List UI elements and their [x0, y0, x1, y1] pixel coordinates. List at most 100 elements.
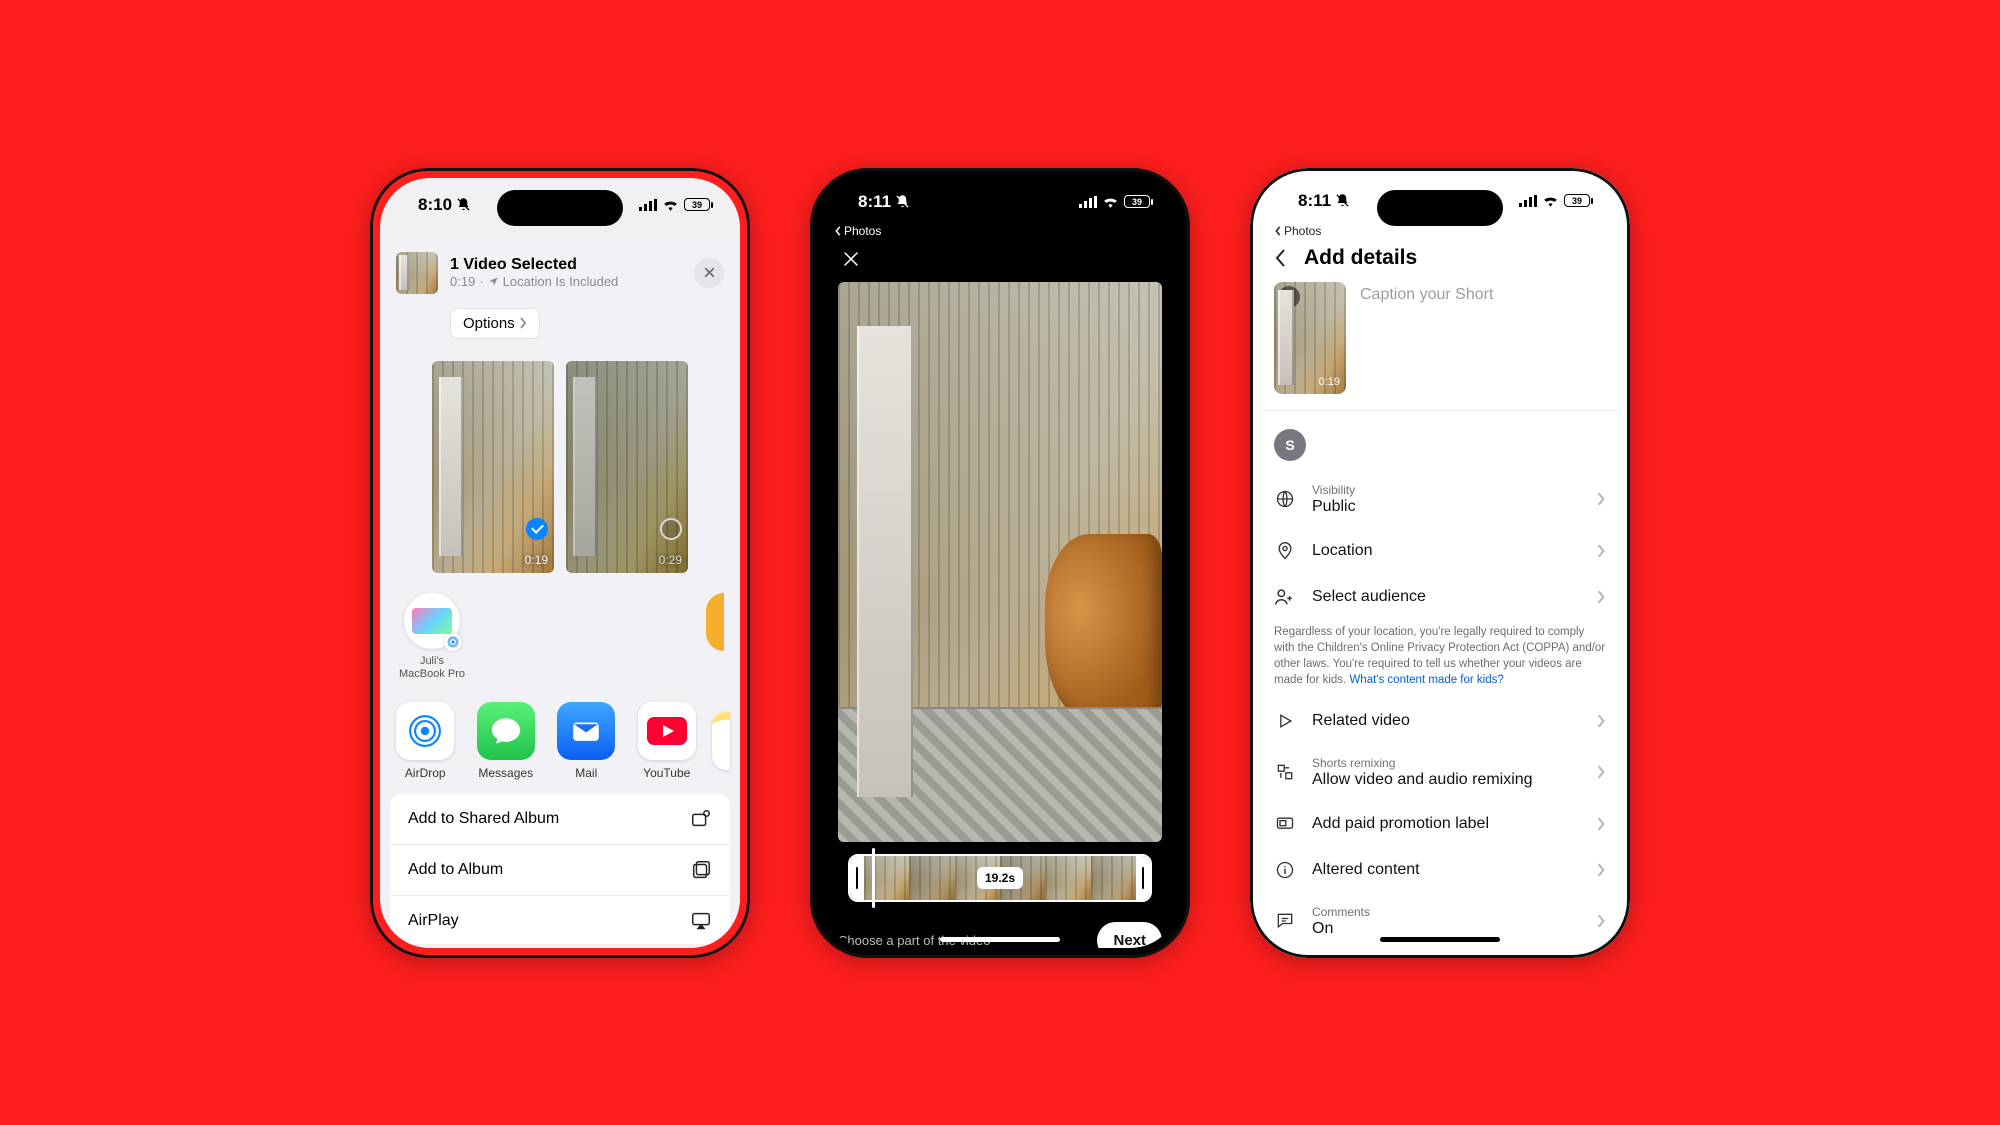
chevron-right-icon: [1596, 863, 1606, 877]
row-visibility[interactable]: VisibilityPublic: [1260, 471, 1620, 528]
play-icon: [1275, 711, 1295, 731]
back-chevron-icon[interactable]: [1274, 248, 1288, 268]
wifi-icon: [1102, 195, 1119, 208]
status-time: 8:10: [418, 195, 452, 215]
coppa-notice: Regardless of your location, you're lega…: [1260, 620, 1620, 698]
next-button[interactable]: Next: [1097, 922, 1162, 948]
row-paid-promotion[interactable]: Add paid promotion label: [1260, 801, 1620, 847]
app-youtube[interactable]: YouTube: [632, 702, 703, 780]
back-to-app-button[interactable]: Photos: [1260, 224, 1620, 238]
chevron-right-icon: [1596, 817, 1606, 831]
shared-album-icon: [690, 808, 712, 830]
trim-handle-left[interactable]: [850, 856, 864, 900]
close-icon: [842, 250, 860, 268]
location-arrow-icon: [488, 276, 499, 287]
trim-handle-right[interactable]: [1136, 856, 1150, 900]
video-duration: 0:29: [659, 553, 682, 567]
home-indicator[interactable]: [1380, 937, 1500, 942]
cat-shape: [1045, 534, 1162, 724]
chevron-right-icon: [1596, 914, 1606, 928]
airdrop-icon: [408, 714, 442, 748]
audience-icon: [1274, 587, 1296, 607]
status-time: 8:11: [1298, 191, 1331, 211]
cellular-icon: [1079, 196, 1097, 208]
messages-icon: [489, 714, 523, 748]
chevron-left-icon: [1274, 226, 1282, 236]
row-select-audience[interactable]: Select audience: [1260, 574, 1620, 620]
album-icon: [690, 859, 712, 881]
video-duration: 0:19: [525, 553, 548, 567]
remix-icon: [1275, 762, 1295, 782]
airdrop-icon: [447, 636, 459, 648]
selected-check-icon: [526, 518, 548, 540]
unselected-circle-icon: [660, 518, 682, 540]
cellular-icon: [639, 199, 657, 211]
page-title: Add details: [1304, 246, 1417, 270]
share-meta: 0:19 · Location Is Included: [450, 274, 618, 289]
pencil-icon: [1283, 291, 1295, 303]
bell-slash-icon: [1335, 193, 1350, 208]
airdrop-target-name: Juli's MacBook Pro: [399, 655, 465, 681]
video-thumbnail[interactable]: 0:29: [566, 361, 688, 573]
back-to-app-button[interactable]: Photos: [820, 224, 1180, 238]
youtube-icon: [647, 717, 687, 745]
bell-slash-icon: [895, 194, 910, 209]
close-button[interactable]: [836, 244, 866, 274]
partial-contact-bubble: [706, 593, 724, 651]
trim-playhead[interactable]: [872, 848, 875, 908]
status-time: 8:11: [858, 192, 891, 212]
wifi-icon: [1542, 194, 1559, 207]
action-airplay[interactable]: AirPlay: [390, 896, 730, 944]
row-remixing[interactable]: Shorts remixingAllow video and audio rem…: [1260, 744, 1620, 801]
trim-bar[interactable]: 19.2s: [848, 854, 1152, 902]
comments-icon: [1275, 911, 1295, 931]
bell-slash-icon: [456, 197, 471, 212]
row-altered-content[interactable]: Altered content: [1260, 847, 1620, 893]
app-airdrop[interactable]: AirDrop: [390, 702, 461, 780]
share-header-thumbnail: [396, 252, 438, 294]
row-location[interactable]: Location: [1260, 528, 1620, 574]
mac-wallpaper-icon: [412, 608, 452, 634]
app-messages[interactable]: Messages: [471, 702, 542, 780]
chevron-right-icon: [1596, 544, 1606, 558]
options-button[interactable]: Options: [450, 308, 540, 339]
apps-row: AirDrop Messages Mail: [380, 682, 740, 790]
info-icon: [1275, 860, 1295, 880]
airplay-icon: [690, 910, 712, 932]
coppa-link[interactable]: What's content made for kids?: [1349, 674, 1503, 686]
battery-icon: 39: [1124, 195, 1150, 208]
promo-icon: [1275, 814, 1295, 834]
chevron-left-icon: [834, 226, 842, 236]
battery-icon: 39: [1564, 194, 1590, 207]
video-preview[interactable]: [838, 282, 1162, 842]
wifi-icon: [662, 198, 679, 211]
home-indicator[interactable]: [940, 937, 1060, 942]
globe-icon: [1275, 489, 1295, 509]
chevron-right-icon: [1596, 590, 1606, 604]
action-add-to-shared-album[interactable]: Add to Shared Album: [390, 794, 730, 845]
share-title: 1 Video Selected: [450, 256, 618, 274]
mail-icon: [569, 714, 603, 748]
airdrop-target[interactable]: Juli's MacBook Pro: [396, 593, 468, 683]
action-add-to-album[interactable]: Add to Album: [390, 845, 730, 896]
trim-duration-label: 19.2s: [977, 867, 1023, 889]
battery-icon: 39: [684, 198, 710, 211]
short-thumbnail[interactable]: 0:19: [1274, 282, 1346, 394]
edit-thumbnail-button[interactable]: [1278, 286, 1300, 308]
chevron-right-icon: [1596, 492, 1606, 506]
video-thumbnail[interactable]: 0:19: [432, 361, 554, 573]
close-button[interactable]: [694, 258, 724, 288]
partial-app-icon: [712, 712, 730, 770]
cellular-icon: [1519, 195, 1537, 207]
chevron-right-icon: [1596, 714, 1606, 728]
caption-input[interactable]: Caption your Short: [1360, 282, 1493, 304]
chevron-right-icon: [519, 317, 527, 329]
actions-list: Add to Shared Album Add to Album AirPlay…: [390, 794, 730, 944]
channel-avatar[interactable]: S: [1274, 429, 1306, 461]
app-mail[interactable]: Mail: [551, 702, 622, 780]
chevron-right-icon: [1596, 765, 1606, 779]
short-duration: 0:19: [1319, 376, 1340, 388]
share-sheet: 1 Video Selected 0:19 · Location Is Incl…: [380, 238, 740, 948]
close-icon: [703, 266, 716, 279]
row-related-video[interactable]: Related video: [1260, 698, 1620, 744]
